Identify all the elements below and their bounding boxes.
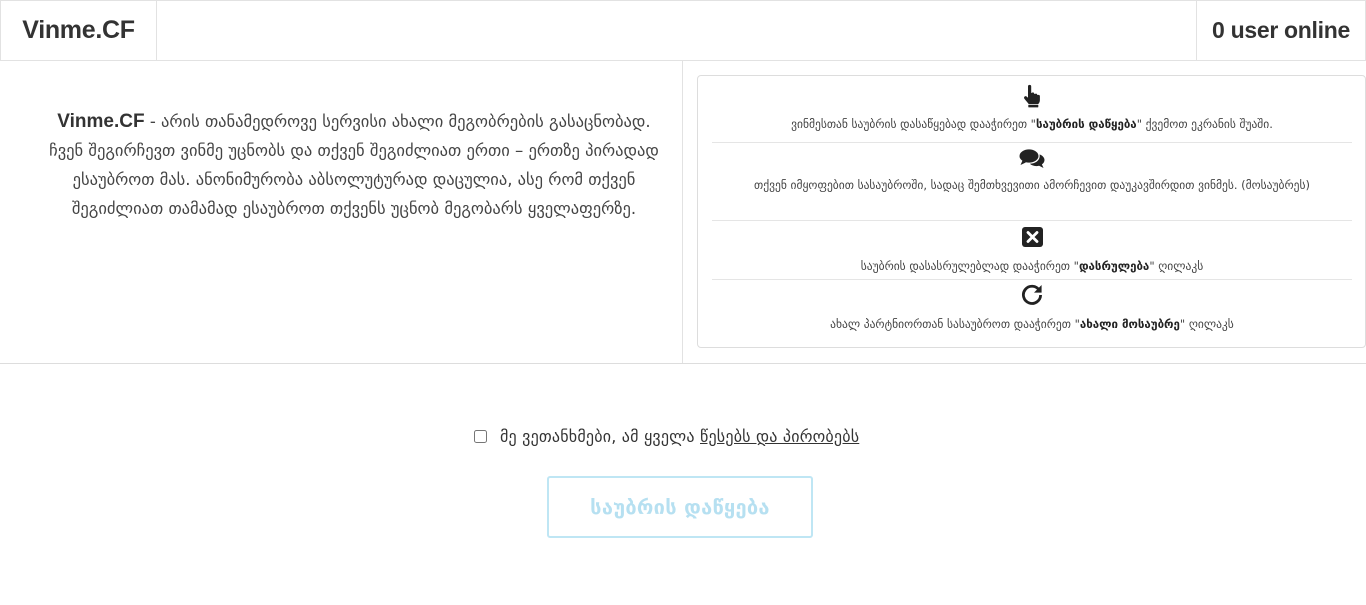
about-panel: Vinme.CF - არის თანამედროვე სერვისი ახალ… bbox=[0, 61, 683, 363]
help-text-new: ახალ პარტნიორთან სასაუბროთ დააჭირეთ "ახა… bbox=[830, 317, 1234, 331]
help-text-start: ვინმესთან საუბრის დასაწყებად დააჭირეთ "ს… bbox=[791, 117, 1273, 131]
close-square-icon bbox=[712, 227, 1352, 247]
refresh-icon bbox=[712, 284, 1352, 306]
help-text-chat: თქვენ იმყოფებით სასაუბროში, სადაც შემთხვ… bbox=[754, 178, 1310, 192]
help-item-end: საუბრის დასასრულებლად დააჭირეთ "დასრულებ… bbox=[712, 221, 1352, 280]
about-description: Vinme.CF - არის თანამედროვე სერვისი ახალ… bbox=[40, 107, 668, 223]
brand-logo[interactable]: Vinme.CF bbox=[1, 1, 157, 60]
main-section: Vinme.CF - არის თანამედროვე სერვისი ახალ… bbox=[0, 61, 1366, 364]
start-chat-button[interactable]: საუბრის დაწყება bbox=[547, 476, 813, 538]
help-item-new: ახალ პარტნიორთან სასაუბროთ დააჭირეთ "ახა… bbox=[712, 280, 1352, 340]
terms-agreement: მე ვეთანხმები, ამ ყველა წესებს და პირობე… bbox=[474, 426, 859, 446]
about-brand: Vinme.CF bbox=[57, 111, 145, 132]
help-item-chat: თქვენ იმყოფებით სასაუბროში, სადაც შემთხვ… bbox=[712, 143, 1352, 221]
navbar: Vinme.CF 0 user online bbox=[0, 0, 1366, 61]
help-panel: ვინმესთან საუბრის დასაწყებად დააჭირეთ "ს… bbox=[697, 75, 1366, 348]
chat-bubbles-icon bbox=[712, 148, 1352, 170]
terms-link[interactable]: წესებს და პირობებს bbox=[700, 427, 859, 446]
help-item-start: ვინმესთან საუბრის დასაწყებად დააჭირეთ "ს… bbox=[712, 84, 1352, 143]
pointer-hand-icon bbox=[712, 84, 1352, 108]
help-text-end: საუბრის დასასრულებლად დააჭირეთ "დასრულებ… bbox=[860, 259, 1204, 273]
terms-label[interactable]: მე ვეთანხმები, ამ ყველა წესებს და პირობე… bbox=[500, 427, 859, 446]
online-users-count: 0 user online bbox=[1196, 1, 1365, 60]
terms-checkbox[interactable] bbox=[474, 429, 487, 443]
